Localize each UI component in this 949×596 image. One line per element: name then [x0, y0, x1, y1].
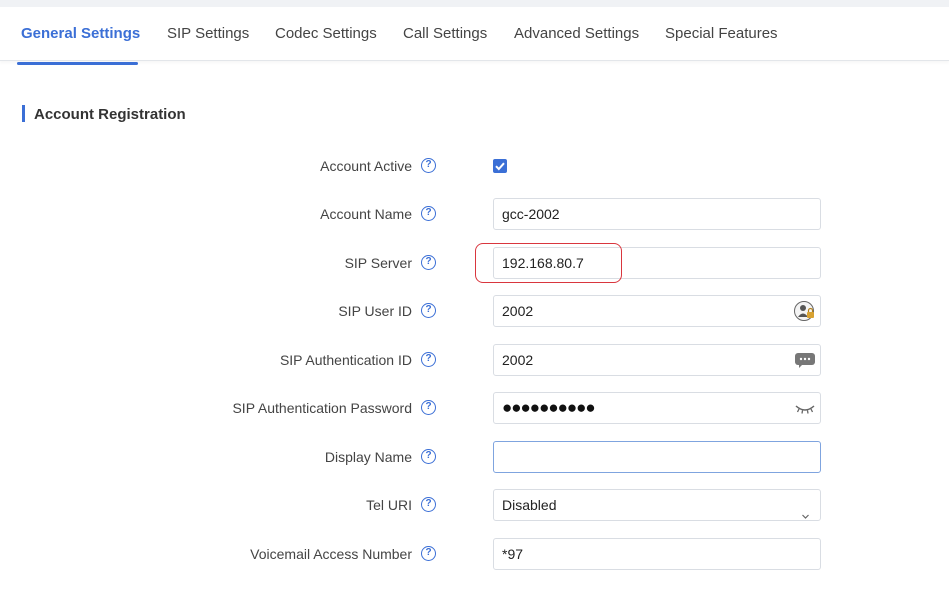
sip-auth-id-label: SIP Authentication ID: [279, 352, 412, 368]
sip-auth-id-row: SIP Authentication ID ? 2002: [0, 343, 949, 377]
help-icon[interactable]: ?: [421, 255, 436, 270]
sip-auth-password-label: SIP Authentication Password: [232, 400, 412, 416]
tel-uri-select[interactable]: Disabled: [493, 489, 821, 521]
tel-uri-label: Tel URI: [366, 497, 412, 513]
settings-tabs: General Settings SIP Settings Codec Sett…: [0, 7, 949, 65]
section-accent-bar: [22, 105, 25, 122]
display-name-row: Display Name ?: [0, 440, 949, 474]
voicemail-access-number-label: Voicemail Access Number: [250, 546, 412, 562]
tel-uri-row: Tel URI ? Disabled: [0, 488, 949, 522]
tab-call-settings[interactable]: Call Settings: [403, 25, 487, 42]
voicemail-access-number-input[interactable]: *97: [493, 538, 821, 570]
message-dots-icon: [794, 349, 816, 371]
account-active-row: Account Active ?: [0, 149, 949, 183]
sip-server-label: SIP Server: [344, 255, 412, 271]
help-icon[interactable]: ?: [421, 352, 436, 367]
sip-user-id-input[interactable]: 2002: [493, 295, 821, 327]
help-icon[interactable]: ?: [421, 546, 436, 561]
account-active-checkbox[interactable]: [493, 159, 507, 173]
sip-user-id-value: 2002: [502, 303, 534, 319]
account-name-input[interactable]: gcc-2002: [493, 198, 821, 230]
tel-uri-selected-value: Disabled: [502, 497, 557, 513]
eye-hidden-icon[interactable]: [794, 397, 816, 419]
active-tab-indicator: [17, 62, 138, 65]
display-name-label: Display Name: [324, 449, 412, 465]
chevron-down-icon: [801, 501, 810, 531]
tab-sip-settings[interactable]: SIP Settings: [167, 25, 249, 42]
sip-auth-password-row: SIP Authentication Password ? ●●●●●●●●●●: [0, 391, 949, 425]
tab-codec-settings[interactable]: Codec Settings: [275, 25, 377, 42]
red-highlight-annotation: [475, 243, 622, 283]
sip-user-id-row: SIP User ID ? 2002: [0, 294, 949, 328]
tab-advanced-settings[interactable]: Advanced Settings: [514, 25, 639, 42]
account-name-label: Account Name: [320, 206, 412, 222]
sip-auth-id-value: 2002: [502, 352, 534, 368]
sip-auth-password-input[interactable]: ●●●●●●●●●●: [493, 392, 821, 424]
top-strip: [0, 0, 949, 7]
help-icon[interactable]: ?: [421, 158, 436, 173]
sip-user-id-label: SIP User ID: [338, 303, 412, 319]
account-name-row: Account Name ? gcc-2002: [0, 197, 949, 231]
user-lock-icon: [794, 300, 816, 322]
tab-general-settings[interactable]: General Settings: [21, 25, 140, 42]
help-icon[interactable]: ?: [421, 497, 436, 512]
help-icon[interactable]: ?: [421, 303, 436, 318]
account-active-label: Account Active: [320, 158, 412, 174]
sip-auth-id-input[interactable]: 2002: [493, 344, 821, 376]
help-icon[interactable]: ?: [421, 206, 436, 221]
section-title: Account Registration: [34, 106, 186, 123]
help-icon[interactable]: ?: [421, 449, 436, 464]
display-name-input[interactable]: [493, 441, 821, 473]
tab-special-features[interactable]: Special Features: [665, 25, 778, 42]
voicemail-access-number-row: Voicemail Access Number ? *97: [0, 537, 949, 571]
help-icon[interactable]: ?: [421, 400, 436, 415]
password-mask: ●●●●●●●●●●: [502, 398, 596, 417]
